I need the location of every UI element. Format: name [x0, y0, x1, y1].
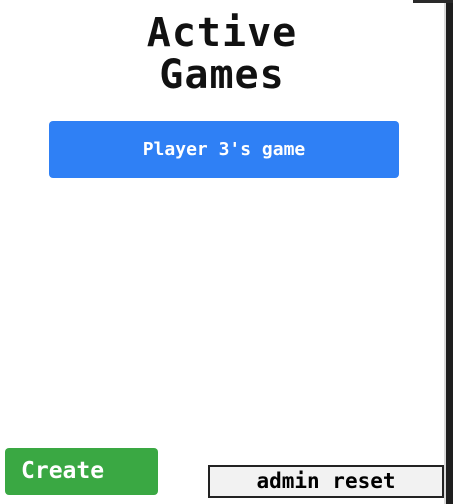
game-button[interactable]: Player 3's game [49, 121, 399, 178]
window-edge [446, 0, 453, 504]
create-game-button[interactable]: Create [5, 448, 158, 495]
page-title-line1: Active [146, 10, 298, 56]
window-edge-top [413, 0, 453, 3]
active-games-list: Player 3's game [49, 121, 399, 178]
app-window: Active Games Player 3's game Create admi… [0, 0, 453, 504]
list-item: Player 3's game [49, 121, 399, 178]
page-title: Active Games [0, 12, 444, 96]
admin-reset-button[interactable]: admin reset [208, 465, 444, 498]
page-title-line2: Games [159, 52, 285, 98]
